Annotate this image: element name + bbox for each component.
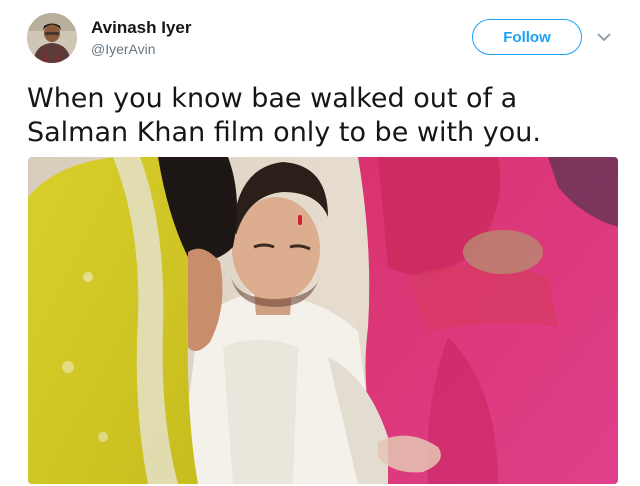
author-handle[interactable]: @IyerAvin	[91, 41, 156, 57]
tweet-photo[interactable]	[28, 157, 618, 484]
follow-button[interactable]: Follow	[472, 19, 582, 55]
tweet-card: Avinash Iyer @IyerAvin Follow When you k…	[0, 0, 640, 486]
tweet-text: When you know bae walked out of a Salman…	[27, 83, 541, 148]
author-name[interactable]: Avinash Iyer	[91, 18, 191, 38]
avatar-image	[27, 13, 77, 63]
chevron-down-icon[interactable]	[596, 30, 612, 44]
avatar[interactable]	[27, 13, 77, 63]
wedding-photo	[28, 157, 618, 484]
